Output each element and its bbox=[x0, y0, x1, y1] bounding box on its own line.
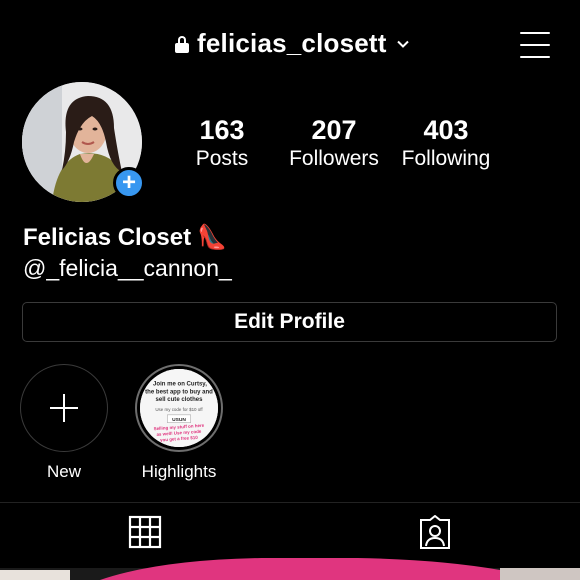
highlight-new[interactable]: New bbox=[18, 364, 110, 482]
add-story-button[interactable]: + bbox=[113, 167, 145, 199]
display-name-text: Felicias Closet bbox=[23, 223, 192, 251]
highlight-cover-image: Join me on Curtsy, the best app to buy a… bbox=[140, 369, 218, 447]
posts-label: Posts bbox=[195, 147, 249, 170]
following-count: 403 bbox=[423, 115, 469, 145]
followers-label: Followers bbox=[289, 147, 379, 170]
lock-icon bbox=[175, 35, 189, 53]
cover-code: USUN bbox=[172, 417, 186, 423]
account-switcher[interactable]: felicias_closett bbox=[175, 28, 409, 59]
highlight-label-new: New bbox=[46, 462, 81, 481]
cover-line-3: sell cute clothes bbox=[156, 397, 204, 403]
highlight-cover-circle[interactable]: Join me on Curtsy, the best app to buy a… bbox=[135, 364, 223, 452]
high-heel-emoji: 👠 bbox=[197, 224, 227, 251]
post-preview-strip bbox=[0, 558, 580, 580]
highlight-label-highlights: Highlights bbox=[141, 462, 217, 481]
cover-line-1: Join me on Curtsy, bbox=[153, 382, 207, 388]
display-name: Felicias Closet 👠 bbox=[23, 223, 227, 252]
following-label: Following bbox=[401, 147, 491, 170]
highlight-highlights[interactable]: Join me on Curtsy, the best app to buy a… bbox=[133, 364, 225, 482]
top-bar: felicias_closett bbox=[0, 0, 580, 88]
stat-following[interactable]: 403 Following bbox=[386, 114, 506, 172]
tab-divider bbox=[0, 502, 580, 503]
profile-handle: @_felicia__cannon_ bbox=[23, 255, 232, 281]
new-highlight-circle[interactable] bbox=[20, 364, 108, 452]
plus-icon bbox=[50, 394, 78, 422]
grid-icon[interactable] bbox=[128, 515, 162, 549]
tagged-person-icon[interactable] bbox=[418, 515, 452, 549]
username-title: felicias_closett bbox=[197, 28, 387, 58]
chevron-down-icon bbox=[396, 40, 409, 48]
stat-posts[interactable]: 163 Posts bbox=[162, 114, 282, 172]
cover-line-2: the best app to buy and bbox=[145, 389, 213, 395]
followers-count: 207 bbox=[311, 115, 357, 145]
hamburger-menu-icon[interactable] bbox=[520, 32, 550, 58]
stat-followers[interactable]: 207 Followers bbox=[274, 114, 394, 172]
posts-count: 163 bbox=[199, 115, 245, 145]
cover-line-4: Use my code for $10 off bbox=[155, 407, 203, 412]
edit-profile-button[interactable]: Edit Profile bbox=[22, 302, 557, 342]
